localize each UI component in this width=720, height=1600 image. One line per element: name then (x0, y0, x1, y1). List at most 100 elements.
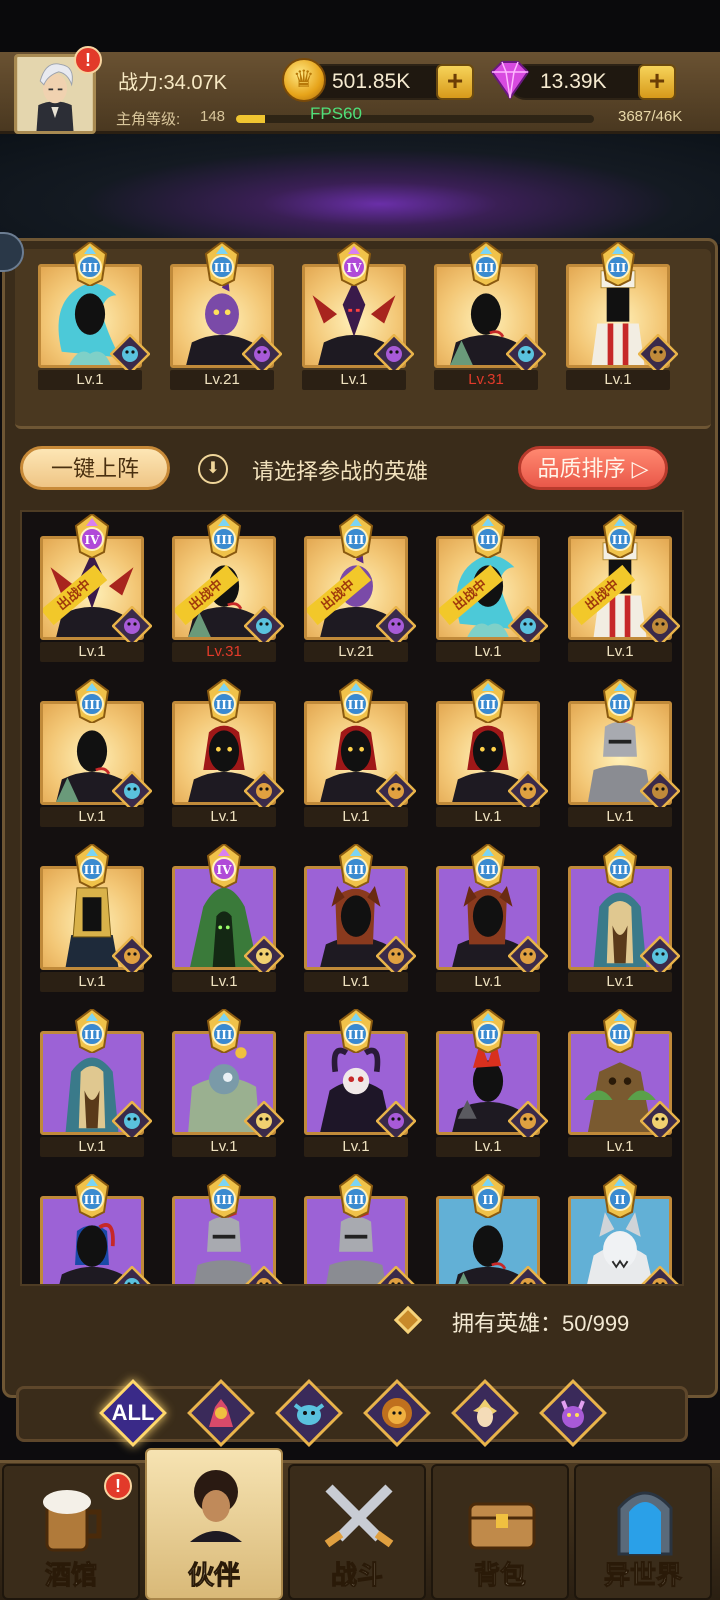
svg-text:III: III (480, 1028, 497, 1042)
nav-partner[interactable]: 伙伴 (145, 1448, 283, 1600)
add-gold-button[interactable]: + (436, 64, 474, 100)
svg-text:III: III (610, 261, 627, 275)
nav-alert-badge: ! (104, 1472, 132, 1500)
faction-lion-icon (508, 1101, 548, 1141)
rank-badge-icon: III (600, 242, 636, 286)
hero-card[interactable]: III Lv.1 (568, 844, 680, 994)
rank-badge-icon: III (74, 679, 110, 723)
hero-level: Lv.1 (172, 972, 276, 992)
hero-card[interactable]: III Lv.1 (172, 679, 284, 829)
hero-card[interactable]: II (436, 1174, 547, 1284)
gem-icon (490, 61, 530, 100)
hero-card[interactable]: III Lv.1 (436, 1009, 548, 1159)
hero-card[interactable]: II (568, 1174, 679, 1284)
hero-card[interactable]: 出战中 IV Lv.1 (40, 514, 152, 664)
svg-text:III: III (478, 261, 495, 275)
hero-card[interactable]: III Lv.1 (436, 844, 548, 994)
hero-level: Lv.1 (40, 972, 144, 992)
faction-lion-icon (376, 936, 416, 976)
nav-chest[interactable]: 背包 (431, 1464, 569, 1600)
rank-badge-icon: IV (74, 514, 110, 558)
faction-lion-icon (509, 1266, 547, 1284)
svg-text:IV: IV (347, 261, 363, 275)
filter-elf-faction[interactable] (451, 1379, 519, 1447)
hero-card[interactable]: 出战中 III Lv.21 (304, 514, 416, 664)
rank-badge-icon: III (74, 1009, 110, 1053)
combat-power: 战力:34.07K (118, 72, 227, 94)
rank-badge-icon: III (206, 679, 242, 723)
svg-text:III: III (84, 1193, 101, 1207)
filter-fish-faction[interactable] (275, 1379, 343, 1447)
hero-card[interactable]: III (40, 1174, 151, 1284)
rank-badge-icon: III (468, 242, 504, 286)
hero-card[interactable]: III Lv.1 (304, 679, 416, 829)
rank-badge-icon: III (206, 1009, 242, 1053)
hero-card[interactable]: III Lv.21 (170, 242, 282, 392)
rank-badge-icon: III (470, 1009, 506, 1053)
svg-text:III: III (84, 1028, 101, 1042)
hero-card[interactable]: IV Lv.1 (302, 242, 414, 392)
hero-level: Lv.31 (434, 370, 538, 390)
filter-all[interactable]: ALL (99, 1379, 167, 1447)
rank-badge-icon: III (338, 1174, 374, 1218)
faction-cyan-icon (640, 936, 680, 976)
hero-card[interactable]: III Lv.1 (568, 1009, 680, 1159)
auto-deploy-button[interactable]: 一键上阵 (20, 446, 170, 490)
faction-dark-icon (640, 771, 680, 811)
faction-cyan-icon (506, 334, 546, 374)
hero-card[interactable]: III Lv.1 (436, 679, 548, 829)
hero-card[interactable]: 出战中 III Lv.1 (436, 514, 548, 664)
hero-level: Lv.1 (436, 807, 540, 827)
rank-badge-icon: II (470, 1174, 506, 1218)
beer-mug-icon (43, 1490, 102, 1552)
faction-cyan-icon (112, 1101, 152, 1141)
elf-faction-icon (473, 1399, 497, 1427)
nav-crossed-swords[interactable]: 战斗 (288, 1464, 426, 1600)
hero-card[interactable]: IV Lv.1 (172, 844, 284, 994)
player-alert-badge: ! (74, 46, 102, 74)
hero-card[interactable]: III Lv.1 (304, 844, 416, 994)
faction-lion-icon (245, 1266, 283, 1284)
player-header: ! 战力:34.07K 主角等级: 148 FPS60 3687/46K 501… (0, 46, 720, 134)
crossed-swords-icon (324, 1484, 394, 1548)
faction-purple-icon (374, 334, 414, 374)
filter-lion-faction[interactable] (363, 1379, 431, 1447)
hero-level: Lv.21 (304, 642, 408, 662)
sort-by-quality-button[interactable]: 品质排序 ▷ (518, 446, 668, 490)
nav-portal[interactable]: 异世界 (574, 1464, 712, 1600)
hero-level: Lv.1 (304, 1137, 408, 1157)
hero-level: Lv.1 (302, 370, 406, 390)
hero-card[interactable]: 出战中 III Lv.31 (172, 514, 284, 664)
hero-card[interactable]: III Lv.1 (304, 1009, 416, 1159)
hero-card[interactable]: III (172, 1174, 283, 1284)
svg-text:II: II (614, 1193, 626, 1207)
faction-elf-icon (640, 1101, 680, 1141)
add-gems-button[interactable]: + (638, 64, 676, 100)
hero-card[interactable]: III Lv.1 (566, 242, 678, 392)
hero-card[interactable]: III Lv.31 (434, 242, 546, 392)
nav-beer-mug[interactable]: 酒馆! (2, 1464, 140, 1600)
filter-warrior-faction[interactable] (187, 1379, 255, 1447)
hero-roster-grid[interactable]: 出战中 IV Lv.1 出战中 III Lv.31 出战中 III Lv.21 … (20, 510, 684, 1286)
filter-demon-faction[interactable] (539, 1379, 607, 1447)
rank-badge-icon: III (206, 514, 242, 558)
svg-text:III: III (348, 863, 365, 877)
hero-card[interactable]: III (304, 1174, 415, 1284)
hero-level: Lv.1 (38, 370, 142, 390)
nav-label: 酒馆 (44, 1560, 97, 1591)
svg-text:III: III (84, 698, 101, 712)
hero-card[interactable]: III Lv.1 (40, 679, 152, 829)
hero-card[interactable]: III Lv.1 (38, 242, 150, 392)
rank-badge-icon: III (470, 844, 506, 888)
svg-text:III: III (480, 698, 497, 712)
faction-purple-icon (112, 606, 152, 646)
hero-card[interactable]: III Lv.1 (40, 844, 152, 994)
hero-card[interactable]: III Lv.1 (40, 1009, 152, 1159)
xp-progress-fill (236, 115, 265, 123)
hero-card[interactable]: 出战中 III Lv.1 (568, 514, 680, 664)
hero-card[interactable]: III Lv.1 (172, 1009, 284, 1159)
hero-card[interactable]: III Lv.1 (568, 679, 680, 829)
sort-label: 品质排序 (537, 456, 626, 481)
nav-label: 伙伴 (187, 1560, 240, 1591)
faction-elf-icon (244, 936, 284, 976)
